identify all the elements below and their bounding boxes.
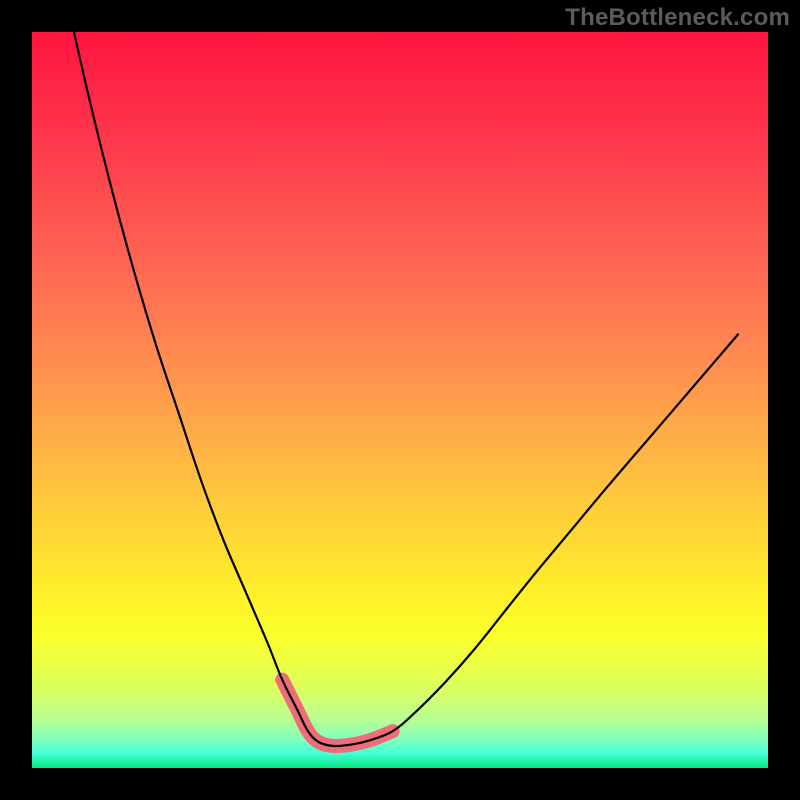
gradient-background: [32, 32, 768, 768]
chart-frame: TheBottleneck.com: [0, 0, 800, 800]
watermark-text: TheBottleneck.com: [565, 4, 790, 32]
plot-area: [32, 32, 768, 768]
chart-canvas: [32, 32, 768, 768]
